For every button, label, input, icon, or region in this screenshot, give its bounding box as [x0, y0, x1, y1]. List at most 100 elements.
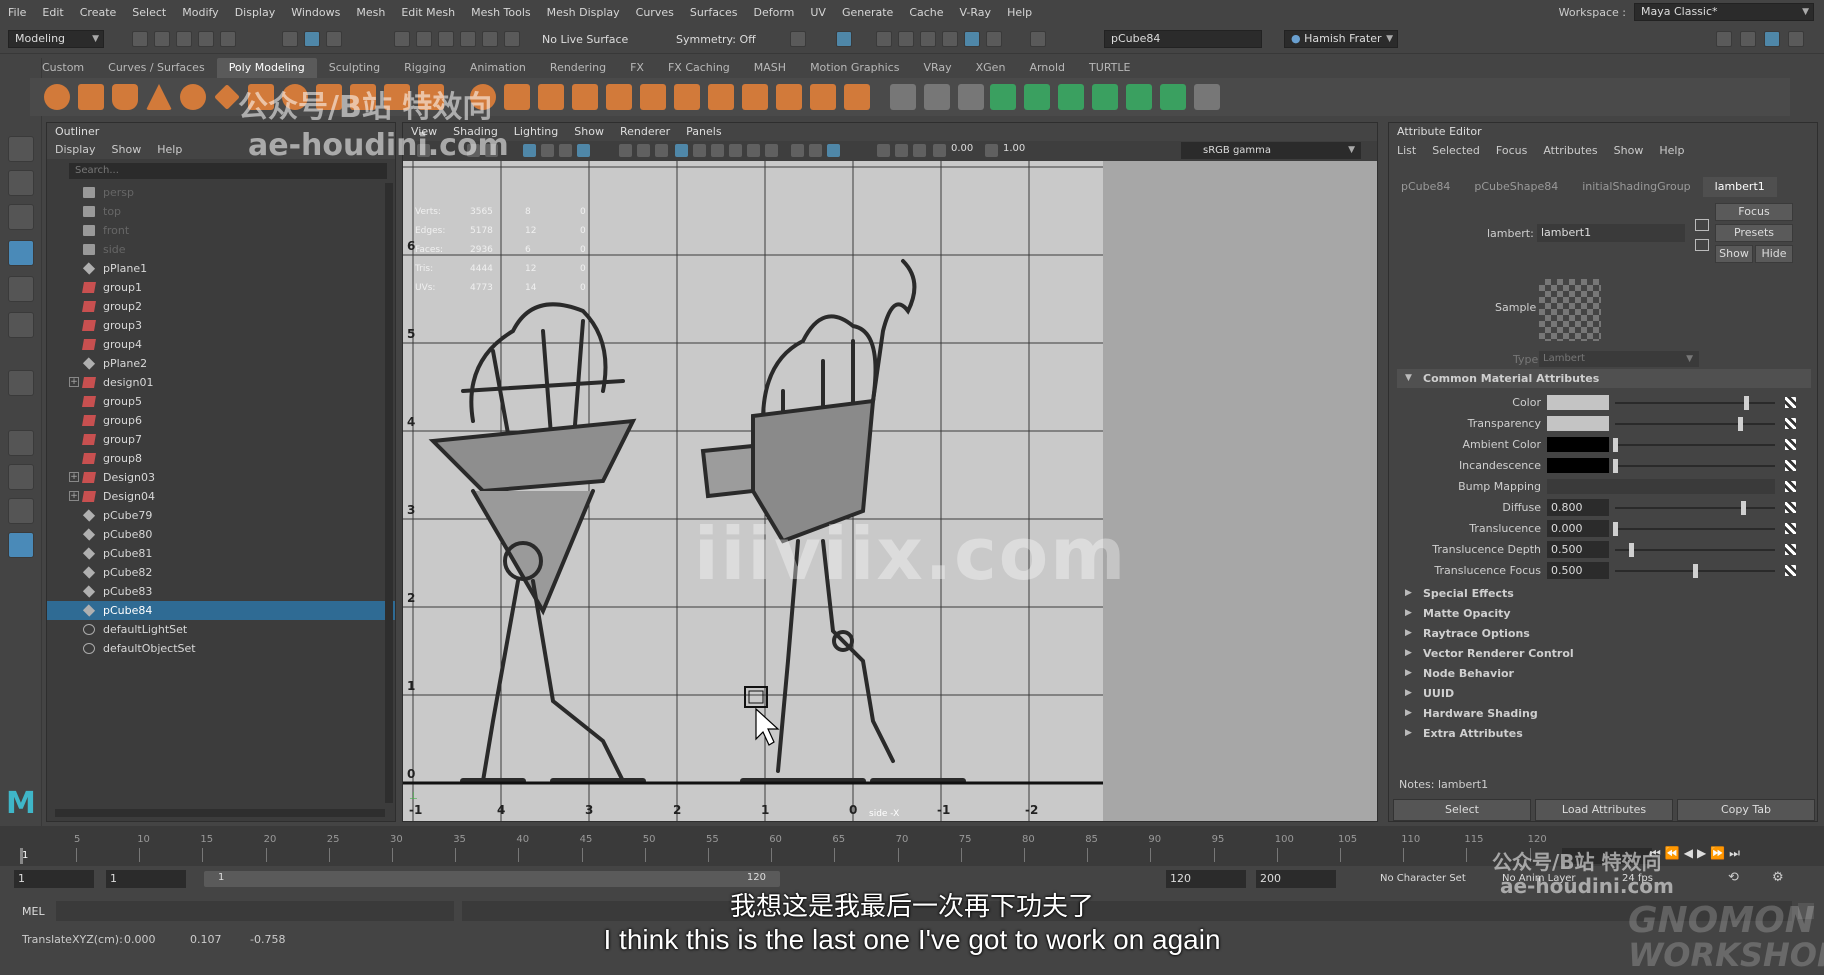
- expand-icon[interactable]: +: [69, 491, 79, 501]
- outliner-item-group1[interactable]: group1: [47, 278, 395, 297]
- uv-editor-icon[interactable]: [1126, 84, 1152, 110]
- shelf-tab-xgen[interactable]: XGen: [964, 58, 1018, 78]
- viewport-menu-renderer[interactable]: Renderer: [620, 123, 670, 141]
- outliner-item-pcube81[interactable]: pCube81: [47, 544, 395, 563]
- menu-cache[interactable]: Cache: [901, 6, 951, 19]
- section-vector-renderer-control[interactable]: ▶ Vector Renderer Control: [1397, 644, 1811, 663]
- ae-tab-lambert1[interactable]: lambert1: [1702, 177, 1777, 197]
- menu-v-ray[interactable]: V-Ray: [952, 6, 1000, 19]
- select-hierarchy-icon[interactable]: [282, 31, 298, 47]
- menu-modify[interactable]: Modify: [174, 6, 226, 19]
- shelf-tab-rendering[interactable]: Rendering: [538, 58, 618, 78]
- outliner-item-pcube80[interactable]: pCube80: [47, 525, 395, 544]
- map-texture-icon[interactable]: [1785, 439, 1796, 450]
- viewport-menu-lighting[interactable]: Lighting: [514, 123, 558, 141]
- outliner-item-pplane2[interactable]: pPlane2: [47, 354, 395, 373]
- two-view-layout-icon[interactable]: [8, 498, 34, 524]
- section-special-effects[interactable]: ▶ Special Effects: [1397, 584, 1811, 603]
- outliner-item-design01[interactable]: + design01: [47, 373, 395, 392]
- select-object-icon[interactable]: [304, 31, 320, 47]
- loop-icon[interactable]: ⟲: [1728, 870, 1739, 885]
- resolution-gate-icon[interactable]: [559, 144, 572, 157]
- gate-mask-icon[interactable]: [577, 144, 590, 157]
- shelf-tab-sculpting[interactable]: Sculpting: [317, 58, 392, 78]
- exposure-field[interactable]: 0.00: [951, 143, 973, 154]
- section-hardware-shading[interactable]: ▶ Hardware Shading: [1397, 704, 1811, 723]
- character-set-dropdown[interactable]: No Character Set: [1380, 873, 1466, 884]
- safe-title-icon[interactable]: [655, 144, 668, 157]
- outliner-item-pplane1[interactable]: pPlane1: [47, 259, 395, 278]
- poly-plane-icon[interactable]: [214, 84, 240, 110]
- poly-sphere-icon[interactable]: [44, 84, 70, 110]
- attr-value-field[interactable]: 0.500: [1547, 562, 1609, 579]
- ipr-render-icon[interactable]: [898, 31, 914, 47]
- snap-point-icon[interactable]: [438, 31, 454, 47]
- animation-prefs-icon[interactable]: ⚙: [1772, 870, 1784, 885]
- menu-file[interactable]: File: [0, 6, 34, 19]
- shelf-tab-curves-surfaces[interactable]: Curves / Surfaces: [96, 58, 217, 78]
- new-scene-icon[interactable]: [132, 31, 148, 47]
- shelf-tab-fx[interactable]: FX: [618, 58, 656, 78]
- outliner-item-pcube84[interactable]: pCube84: [47, 601, 395, 620]
- shelf-tab-rigging[interactable]: Rigging: [392, 58, 458, 78]
- hide-button[interactable]: Hide: [1755, 245, 1793, 263]
- menu-mesh-display[interactable]: Mesh Display: [539, 6, 628, 19]
- attr-slider-handle[interactable]: [1741, 501, 1746, 515]
- snap-view-icon[interactable]: [460, 31, 476, 47]
- presets-button[interactable]: Presets: [1715, 224, 1793, 242]
- menu-help[interactable]: Help: [999, 6, 1040, 19]
- map-texture-icon[interactable]: [1785, 397, 1796, 408]
- attr-color-swatch[interactable]: [1547, 395, 1609, 410]
- shelf-tab-mash[interactable]: MASH: [742, 58, 798, 78]
- move-tool-icon[interactable]: [8, 240, 34, 266]
- poly-cone-icon[interactable]: [146, 84, 172, 110]
- focus-button[interactable]: Focus: [1715, 203, 1793, 221]
- outliner-layout-icon[interactable]: [8, 532, 34, 558]
- map-texture-icon[interactable]: [1785, 523, 1796, 534]
- snap-grid-icon[interactable]: [394, 31, 410, 47]
- section-node-behavior[interactable]: ▶ Node Behavior: [1397, 664, 1811, 683]
- attr-color-swatch[interactable]: [1547, 458, 1609, 473]
- layout-uv-icon[interactable]: [1160, 84, 1186, 110]
- menu-uv[interactable]: UV: [802, 6, 834, 19]
- select-tool-icon[interactable]: [8, 136, 34, 162]
- vray-render-icon[interactable]: [964, 31, 980, 47]
- ae-tab-pcube84[interactable]: pCube84: [1389, 177, 1462, 197]
- outliner-menu-show[interactable]: Show: [112, 141, 142, 159]
- copy-tab-button[interactable]: Copy Tab: [1677, 799, 1815, 821]
- snap-surface-icon[interactable]: [482, 31, 498, 47]
- render-frame-icon[interactable]: [876, 31, 892, 47]
- outliner-item-persp[interactable]: persp: [47, 183, 395, 202]
- wireframe-icon[interactable]: [675, 144, 688, 157]
- exposure-icon[interactable]: [933, 144, 946, 157]
- attr-slider-track[interactable]: [1615, 549, 1775, 551]
- poly-cube-icon[interactable]: [78, 84, 104, 110]
- snap-plane-icon[interactable]: [504, 31, 520, 47]
- snap-curve-icon[interactable]: [416, 31, 432, 47]
- outliner-item-group6[interactable]: group6: [47, 411, 395, 430]
- outliner-item-defaultobjectset[interactable]: defaultObjectSet: [47, 639, 395, 658]
- viewport-menu-panels[interactable]: Panels: [686, 123, 721, 141]
- range-slider[interactable]: 1 120: [204, 871, 780, 887]
- outliner-item-group4[interactable]: group4: [47, 335, 395, 354]
- textured-icon[interactable]: [729, 144, 742, 157]
- render-settings-icon[interactable]: [920, 31, 936, 47]
- load-attributes-button[interactable]: Load Attributes: [1535, 799, 1673, 821]
- single-perspective-layout-icon[interactable]: [8, 430, 34, 456]
- shelf-tab-turtle[interactable]: TURTLE: [1077, 58, 1142, 78]
- anti-aliasing-icon[interactable]: [809, 144, 822, 157]
- expand-icon[interactable]: +: [69, 377, 79, 387]
- outliner-item-design03[interactable]: + Design03: [47, 468, 395, 487]
- attribute-editor-toggle-icon[interactable]: [1764, 31, 1780, 47]
- ae-menu-list[interactable]: List: [1397, 141, 1416, 161]
- shelf-tab-arnold[interactable]: Arnold: [1017, 58, 1077, 78]
- save-scene-icon[interactable]: [176, 31, 192, 47]
- map-texture-icon[interactable]: [1785, 481, 1796, 492]
- attr-value-field[interactable]: 0.500: [1547, 541, 1609, 558]
- outliner-item-pcube79[interactable]: pCube79: [47, 506, 395, 525]
- attr-bump-field[interactable]: [1547, 479, 1775, 494]
- outliner-item-front[interactable]: front: [47, 221, 395, 240]
- attr-color-swatch[interactable]: [1547, 416, 1609, 431]
- attr-value-field[interactable]: 0.800: [1547, 499, 1609, 516]
- depth-of-field-icon[interactable]: [827, 144, 840, 157]
